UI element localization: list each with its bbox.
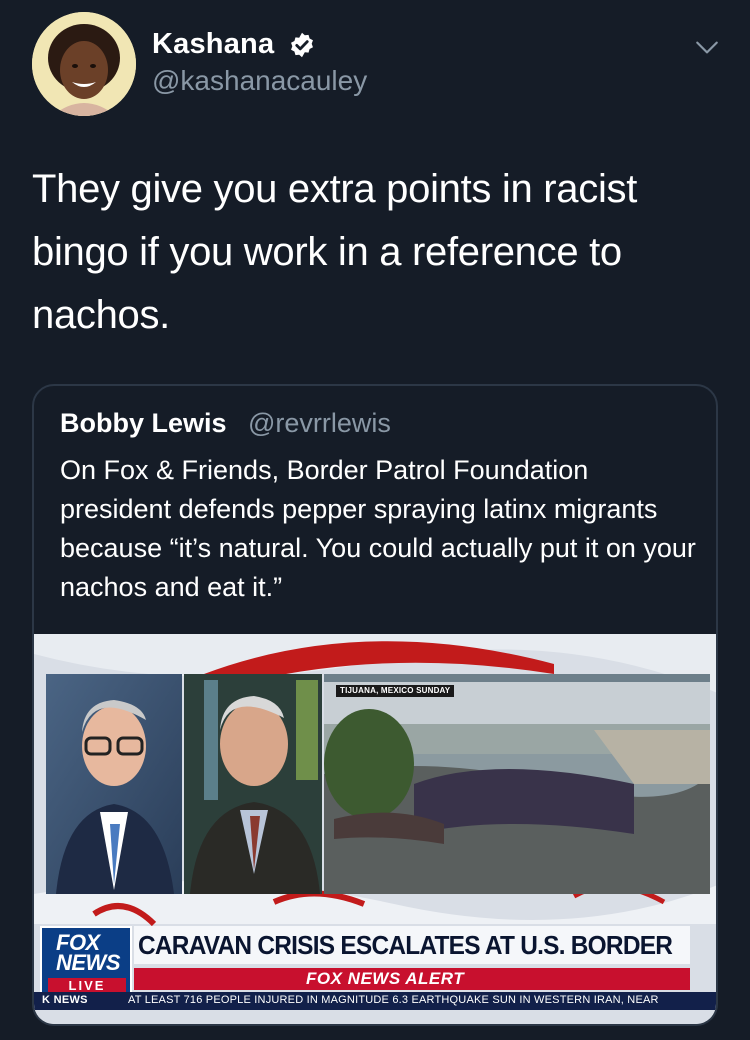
quoted-handle: @revrrlewis [248, 408, 391, 438]
quoted-media[interactable]: TIJUANA, MEXICO SUNDAY FOX NEWS LIVE CAR… [34, 634, 716, 1024]
fox-logo-text-2: NEWS [56, 950, 121, 975]
ticker-label: K NEWS [42, 994, 88, 1006]
news-ticker: AT LEAST 716 PEOPLE INJURED IN MAGNITUDE… [128, 994, 659, 1006]
news-alert: FOX NEWS ALERT [306, 969, 465, 988]
verified-badge-icon [291, 32, 313, 58]
fox-news-logo: FOX NEWS LIVE [40, 926, 132, 998]
quoted-tweet-text: On Fox & Friends, Border Patrol Foundati… [60, 455, 696, 602]
news-headline: CARAVAN CRISIS ESCALATES AT U.S. BORDER [138, 930, 673, 960]
quoted-tweet[interactable]: Bobby Lewis @revrrlewis On Fox & Friends… [32, 384, 718, 1026]
author-handle[interactable]: @kashanacauley [152, 65, 367, 97]
location-tag: TIJUANA, MEXICO SUNDAY [336, 685, 455, 697]
avatar[interactable] [32, 12, 136, 116]
display-name[interactable]: Kashana [152, 28, 274, 61]
tweet: Kashana @kashanacauley They give you ext… [0, 0, 750, 1040]
chevron-down-icon[interactable] [694, 34, 720, 60]
quoted-display-name: Bobby Lewis [60, 408, 227, 438]
avatar-image [32, 12, 136, 116]
tweet-text: They give you extra points in racist bin… [32, 167, 638, 337]
